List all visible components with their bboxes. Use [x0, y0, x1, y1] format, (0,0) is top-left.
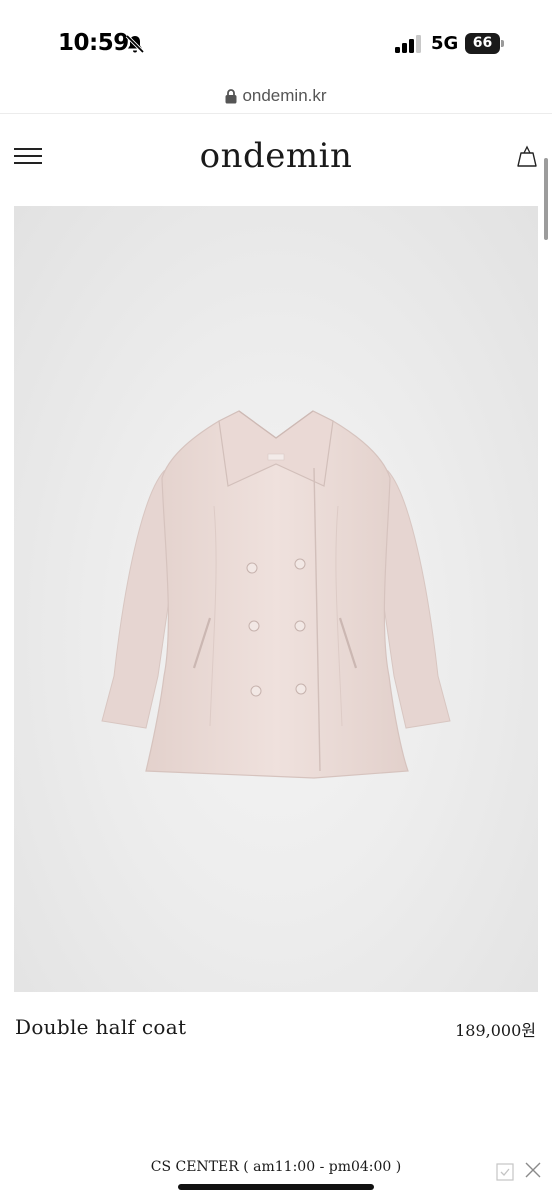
lock-icon — [225, 89, 237, 104]
url-text: ondemin.kr — [242, 86, 327, 105]
url-inner: ondemin.kr — [225, 86, 327, 106]
battery-tip — [501, 40, 504, 47]
signal-icon — [395, 35, 421, 53]
site-logo[interactable]: ondemin — [0, 136, 552, 176]
close-icon[interactable] — [524, 1161, 542, 1179]
battery-icon: 66 — [465, 33, 505, 54]
bell-slash-icon — [125, 34, 145, 54]
coat-illustration — [101, 410, 451, 779]
status-time: 10:59 — [58, 30, 129, 56]
product-name[interactable]: Double half coat — [15, 1015, 186, 1039]
product-price: 189,000원 — [455, 1021, 536, 1040]
shopping-bag-icon[interactable] — [515, 145, 539, 169]
cs-center-text: CS CENTER ( am11:00 - pm04:00 ) — [150, 1159, 402, 1175]
check-icon[interactable] — [496, 1163, 514, 1181]
home-indicator[interactable] — [178, 1184, 374, 1190]
site-header: ondemin — [0, 118, 552, 202]
network-label: 5G — [431, 33, 459, 54]
scrollbar[interactable] — [544, 158, 548, 240]
product-image[interactable] — [14, 206, 538, 992]
url-bar[interactable]: ondemin.kr — [0, 84, 552, 114]
status-bar: 10:59 5G 66 — [0, 0, 552, 84]
battery-level: 66 — [465, 33, 500, 54]
